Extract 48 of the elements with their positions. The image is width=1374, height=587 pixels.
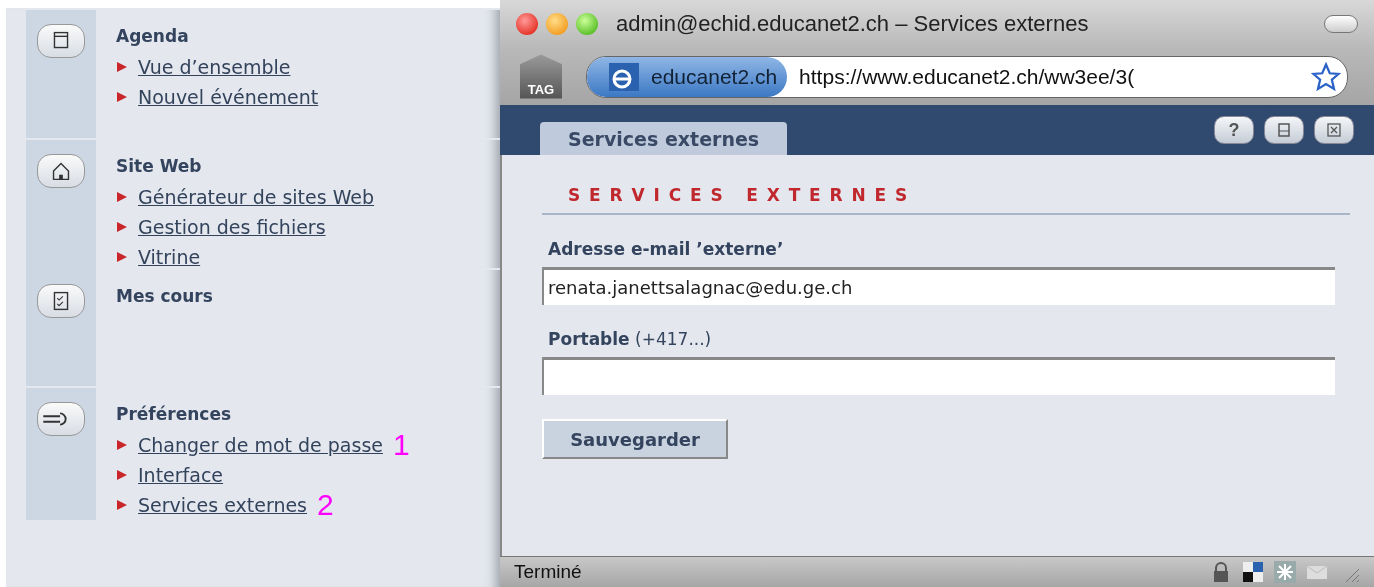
star-icon[interactable] xyxy=(1311,61,1341,92)
grid-icon xyxy=(1242,561,1264,583)
annotation-number: 1 xyxy=(393,428,410,462)
close-light[interactable] xyxy=(516,13,538,35)
section-icon[interactable] xyxy=(37,154,85,188)
snowflake-icon xyxy=(1274,561,1296,583)
section-title: Préférences xyxy=(116,404,233,426)
tag-button[interactable]: TAG xyxy=(520,54,562,99)
section-title: Site Web xyxy=(116,156,203,178)
bullet-icon xyxy=(116,469,128,481)
menu-link[interactable]: Vue d’ensemble xyxy=(138,56,291,78)
site-icon xyxy=(609,62,639,91)
bullet-icon xyxy=(116,221,128,233)
close-button[interactable] xyxy=(1314,116,1354,144)
site-label: educanet2.ch xyxy=(651,64,778,89)
print-button[interactable] xyxy=(1264,116,1304,144)
help-button[interactable]: ? xyxy=(1214,116,1254,144)
menu-link[interactable]: Services externes xyxy=(138,494,307,516)
address-bar[interactable]: educanet2.ch https://www.educanet2.ch/ww3ee/3( xyxy=(586,55,1348,98)
menu-link[interactable]: Changer de mot de passe xyxy=(138,434,383,456)
menu-link[interactable]: Interface xyxy=(138,464,224,486)
field-label: Portable (+417...) xyxy=(548,329,713,349)
window-title: admin@echid.educanet2.ch – Services externes xyxy=(616,11,1090,37)
menu-link[interactable]: Gestion des fichiers xyxy=(138,216,326,238)
menu-link[interactable]: Générateur de sites Web xyxy=(138,186,375,208)
section-icon[interactable] xyxy=(37,284,85,318)
menu-link[interactable]: Nouvel événement xyxy=(138,86,319,108)
bullet-icon xyxy=(116,191,128,203)
section-title: Agenda xyxy=(116,26,190,48)
status-text: Terminé xyxy=(514,561,583,583)
bullet-icon xyxy=(116,499,128,511)
section-heading: SERVICES EXTERNES xyxy=(542,185,1350,215)
bullet-icon xyxy=(116,61,128,73)
tab[interactable]: Services externes xyxy=(540,122,788,155)
url-text: https://www.educanet2.ch/ww3ee/3( xyxy=(798,64,1136,89)
section-icon[interactable] xyxy=(37,24,85,58)
section-title: Mes cours xyxy=(116,286,214,308)
bullet-icon xyxy=(116,91,128,103)
pill-button[interactable] xyxy=(1324,15,1358,33)
section-icon[interactable] xyxy=(37,402,85,436)
menu-link[interactable]: Vitrine xyxy=(138,246,201,268)
input-field[interactable] xyxy=(542,357,1335,395)
save-button[interactable]: Sauvegarder xyxy=(542,419,728,459)
bullet-icon xyxy=(116,439,128,451)
field-label: Adresse e-mail ’externe’ xyxy=(548,239,785,259)
input-field[interactable]: renata.janettsalagnac@edu.ge.ch xyxy=(542,267,1335,305)
bullet-icon xyxy=(116,251,128,263)
annotation-number: 2 xyxy=(317,488,334,522)
